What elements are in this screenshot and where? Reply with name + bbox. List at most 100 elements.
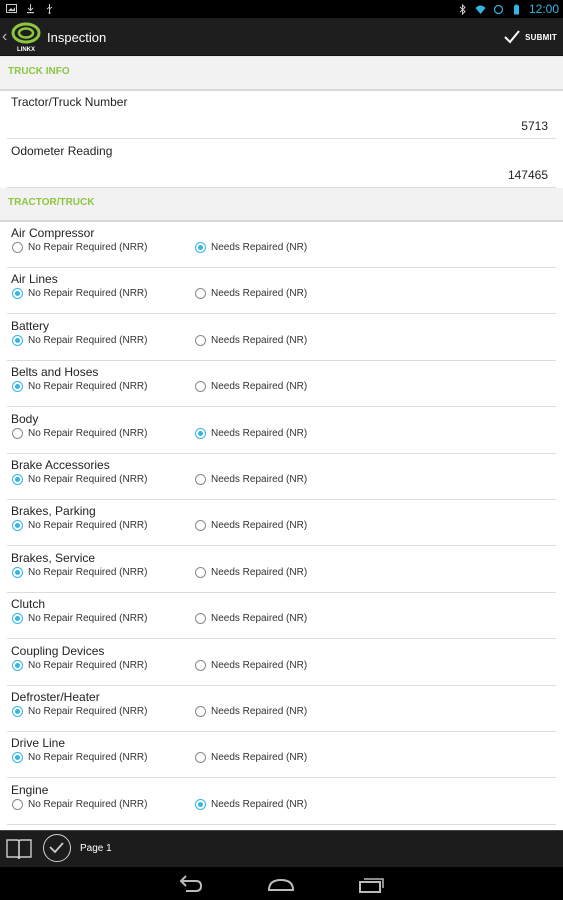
needs-repaired-radio[interactable]: Needs Repaired (NR) [195, 242, 307, 253]
needs-repaired-radio[interactable]: Needs Repaired (NR) [195, 381, 307, 393]
section-header-truck-info: TRUCK INFO [0, 57, 563, 91]
radio-button[interactable] [195, 427, 206, 439]
no-repair-required-radio[interactable]: No Repair Required (NRR) [12, 381, 148, 393]
radio-button[interactable] [12, 474, 23, 485]
back-icon[interactable] [176, 873, 206, 895]
no-repair-required-radio[interactable]: No Repair Required (NRR) [12, 520, 147, 532]
app-logo[interactable]: LINKX [10, 21, 42, 53]
no-repair-required-radio[interactable]: No Repair Required (NRR) [12, 288, 147, 300]
wifi-icon [475, 5, 486, 14]
needs-repaired-radio[interactable]: Needs Repaired (NR) [195, 752, 307, 764]
inspection-item-label: Coupling Devices [11, 643, 105, 658]
sync-icon [493, 4, 504, 14]
radio-label: Needs Repaired (NR) [211, 798, 308, 810]
radio-button[interactable] [12, 659, 23, 671]
no-repair-required-radio[interactable]: No Repair Required (NRR) [12, 427, 148, 439]
inspection-item-label: Brakes, Service [11, 550, 96, 565]
field-label: Tractor/Truck Number [11, 95, 128, 109]
field-value[interactable]: 147465 [508, 168, 548, 182]
page-indicator: Page 1 [80, 843, 112, 854]
inspection-row: Air Lines No Repair Required (NRR) Needs R… [7, 268, 556, 315]
radio-button[interactable] [12, 798, 23, 810]
back-chevron-icon[interactable]: ‹ [2, 28, 7, 46]
radio-label: Needs Repaired (NR) [211, 520, 308, 532]
radio-label: No Repair Required (NRR) [28, 427, 148, 439]
page-title: Inspection [47, 30, 107, 45]
inspection-item-label: Brakes, Parking [11, 504, 96, 519]
radio-button[interactable] [195, 613, 206, 625]
needs-repaired-radio[interactable]: Needs Repaired (NR) [195, 288, 308, 300]
radio-button[interactable] [195, 798, 206, 810]
radio-button[interactable] [12, 427, 23, 439]
radio-button[interactable] [195, 242, 206, 253]
needs-repaired-radio[interactable]: Needs Repaired (NR) [195, 474, 307, 485]
inspection-item-label: Clutch [11, 597, 46, 612]
submit-button[interactable]: SUBMIT [503, 26, 557, 48]
radio-label: No Repair Required (NRR) [28, 613, 148, 625]
radio-button[interactable] [195, 520, 206, 532]
no-repair-required-radio[interactable]: No Repair Required (NRR) [12, 242, 147, 253]
radio-button[interactable] [12, 381, 23, 393]
radio-label: No Repair Required (NRR) [28, 242, 148, 253]
no-repair-required-radio[interactable]: No Repair Required (NRR) [12, 798, 148, 810]
radio-label: No Repair Required (NRR) [28, 381, 148, 393]
needs-repaired-radio[interactable]: Needs Repaired (NR) [195, 613, 308, 625]
radio-label: No Repair Required (NRR) [28, 474, 148, 485]
radio-label: Needs Repaired (NR) [211, 613, 308, 625]
needs-repaired-radio[interactable]: Needs Repaired (NR) [195, 706, 307, 717]
field-label: Odometer Reading [11, 144, 113, 158]
radio-button[interactable] [195, 381, 206, 393]
needs-repaired-radio[interactable]: Needs Repaired (NR) [195, 520, 308, 532]
radio-button[interactable] [12, 520, 23, 532]
radio-button[interactable] [195, 334, 206, 346]
needs-repaired-radio[interactable]: Needs Repaired (NR) [195, 334, 308, 346]
radio-button[interactable] [12, 752, 23, 764]
radio-button[interactable] [195, 659, 206, 671]
inspection-row: Clutch No Repair Required (NRR) Needs Repa… [7, 593, 556, 640]
inspection-form[interactable]: TRUCK INFO Tractor/Truck Number 5713 Odo… [0, 57, 563, 830]
needs-repaired-radio[interactable]: Needs Repaired (NR) [195, 659, 307, 671]
radio-button[interactable] [12, 706, 23, 717]
radio-button[interactable] [195, 752, 206, 764]
radio-button[interactable] [12, 613, 23, 625]
status-bar: 12:00 [0, 0, 563, 18]
radio-button[interactable] [195, 474, 206, 485]
system-nav-bar [0, 867, 563, 900]
needs-repaired-radio[interactable]: Needs Repaired (NR) [195, 566, 307, 578]
action-bar: ‹ LINKX Inspection SUBMIT [0, 18, 563, 56]
inspection-row: Defroster/Heater No Repair Required (NRR)… [7, 686, 556, 732]
needs-repaired-radio[interactable]: Needs Repaired (NR) [195, 427, 307, 439]
no-repair-required-radio[interactable]: No Repair Required (NRR) [12, 334, 147, 346]
tractor-truck-number-field[interactable]: Tractor/Truck Number 5713 [7, 91, 556, 139]
radio-label: Needs Repaired (NR) [211, 334, 308, 346]
radio-button[interactable] [12, 288, 23, 300]
inspection-row: Battery No Repair Required (NRR) Needs Rep… [7, 314, 556, 361]
radio-label: Needs Repaired (NR) [211, 288, 308, 300]
radio-button[interactable] [195, 706, 206, 717]
radio-button[interactable] [12, 334, 23, 346]
inspection-item-label: Body [11, 411, 39, 426]
no-repair-required-radio[interactable]: No Repair Required (NRR) [12, 566, 147, 578]
logo-text: LINKX [17, 47, 35, 53]
inspection-item-label: Air Lines [11, 272, 58, 287]
no-repair-required-radio[interactable]: No Repair Required (NRR) [12, 706, 147, 717]
submit-label: SUBMIT [525, 32, 557, 42]
radio-button[interactable] [12, 242, 23, 253]
field-value[interactable]: 5713 [521, 119, 548, 133]
book-icon[interactable] [5, 837, 33, 861]
complete-check-button[interactable] [43, 834, 71, 862]
needs-repaired-radio[interactable]: Needs Repaired (NR) [195, 798, 308, 810]
odometer-reading-field[interactable]: Odometer Reading 147465 [7, 140, 556, 188]
inspection-row: Body No Repair Required (NRR) Needs Repair… [7, 407, 556, 454]
inspection-item-label: Belts and Hoses [11, 365, 99, 380]
no-repair-required-radio[interactable]: No Repair Required (NRR) [12, 474, 147, 485]
no-repair-required-radio[interactable]: No Repair Required (NRR) [12, 752, 147, 764]
no-repair-required-radio[interactable]: No Repair Required (NRR) [12, 613, 148, 625]
home-icon[interactable] [266, 873, 296, 895]
radio-button[interactable] [195, 288, 206, 300]
recent-apps-icon[interactable] [356, 873, 386, 895]
radio-button[interactable] [195, 566, 206, 578]
radio-button[interactable] [12, 566, 23, 578]
no-repair-required-radio[interactable]: No Repair Required (NRR) [12, 659, 147, 671]
radio-label: No Repair Required (NRR) [28, 798, 148, 810]
